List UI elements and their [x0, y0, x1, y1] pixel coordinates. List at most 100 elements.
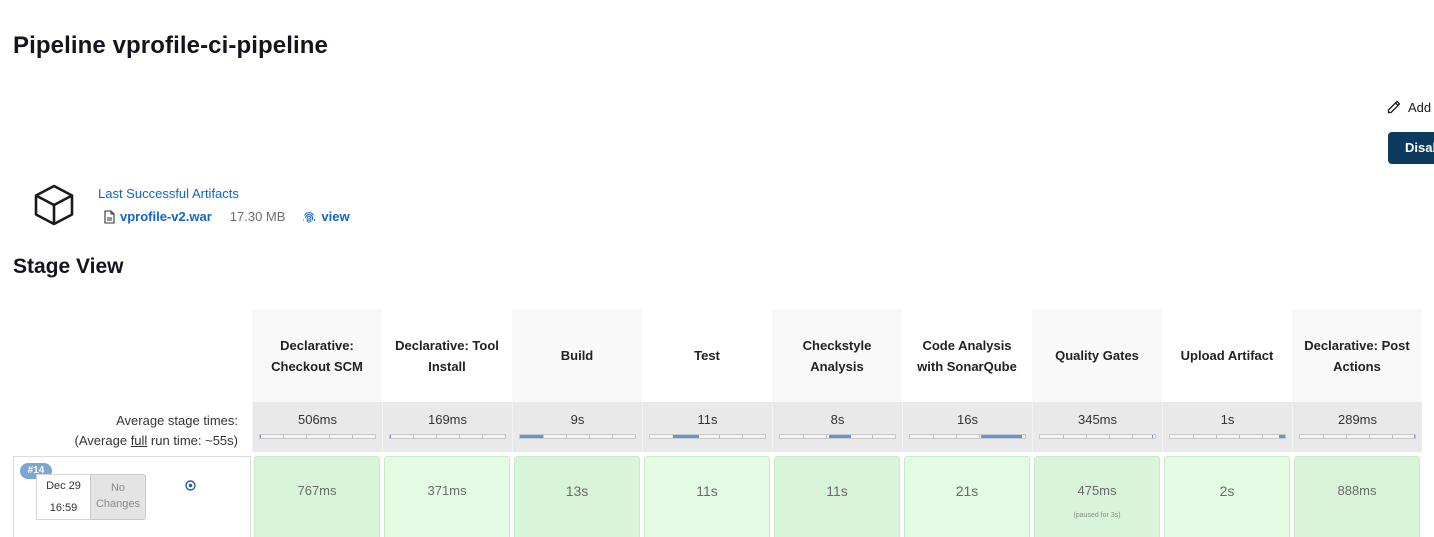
- timing-bar-tick: [283, 435, 284, 438]
- stage-name: Declarative: Tool Install: [395, 337, 499, 374]
- timing-bar-tick: [1392, 435, 1393, 438]
- stage-average-value: 8s: [830, 412, 845, 427]
- timing-bar-tick: [1216, 435, 1217, 438]
- stage-average-value: 1s: [1220, 412, 1235, 427]
- build-date-time: 16:59: [49, 502, 78, 514]
- timing-bar-tick: [1369, 435, 1370, 438]
- disable-project-button[interactable]: Disab: [1388, 132, 1434, 164]
- box-icon: [34, 184, 74, 226]
- last-successful-artifacts-link[interactable]: Last Successful Artifacts: [98, 186, 239, 201]
- timing-bar-fill: [1414, 435, 1415, 438]
- stage-header: Build: [512, 309, 642, 402]
- stage-run-cell[interactable]: 475ms (paused for 3s): [1034, 456, 1160, 537]
- stage-run-cell[interactable]: 767ms: [254, 456, 380, 537]
- timing-bar-tick: [1132, 435, 1133, 438]
- stage-header: Quality Gates: [1032, 309, 1162, 402]
- timing-bar-fill: [673, 435, 700, 438]
- timing-bar-fill: [390, 435, 391, 438]
- stage-run-duration: 21s: [955, 483, 979, 499]
- console-output-icon[interactable]: [185, 480, 196, 491]
- stage-run-duration: 475ms: [1077, 483, 1117, 498]
- timing-bar-tick: [1086, 435, 1087, 438]
- avg-full-run-link[interactable]: full: [131, 433, 148, 448]
- timing-bar-tick: [1109, 435, 1110, 438]
- timing-bar-tick: [482, 435, 483, 438]
- timing-bar-fill: [1151, 435, 1154, 438]
- average-stage-times-label: Average stage times: (Average full run t…: [13, 411, 238, 451]
- timing-bar-tick: [459, 435, 460, 438]
- stage-timing-bar: [1169, 434, 1286, 439]
- stage-run-duration: 11s: [826, 483, 848, 499]
- stage-average-value: 289ms: [1337, 412, 1378, 427]
- timing-bar-tick: [1193, 435, 1194, 438]
- stage-average-time: 9s: [512, 402, 642, 452]
- build-date: Dec 29 16:59: [36, 474, 90, 520]
- avg-label-line1: Average stage times:: [116, 413, 238, 428]
- stage-run-cell[interactable]: 888ms: [1294, 456, 1420, 537]
- fingerprint-view-link[interactable]: view: [321, 209, 349, 224]
- stage-timing-bar: [1039, 434, 1156, 439]
- stage-header: Code Analysis with SonarQube: [902, 309, 1032, 402]
- artifact-file-link[interactable]: vprofile-v2.war: [120, 209, 212, 224]
- stage-average-time: 506ms: [252, 402, 382, 452]
- stage-run-duration: 767ms: [297, 483, 337, 498]
- stage-name: Upload Artifact: [1180, 348, 1274, 363]
- stage-timing-bar: [259, 434, 376, 439]
- stage-run-cell[interactable]: 13s: [514, 456, 640, 537]
- timing-bar-tick: [803, 435, 804, 438]
- pencil-icon: [1387, 100, 1401, 114]
- timing-bar-tick: [826, 435, 827, 438]
- stage-run-cell[interactable]: 371ms: [384, 456, 510, 537]
- timing-bar-tick: [1323, 435, 1324, 438]
- stage-average-value: 9s: [570, 412, 585, 427]
- stage-average-time: 289ms: [1292, 402, 1422, 452]
- stage-average-time: 16s: [902, 402, 1032, 452]
- stage-run-duration: 371ms: [427, 483, 467, 498]
- timing-bar-tick: [1262, 435, 1263, 438]
- timing-bar-fill: [981, 435, 1022, 438]
- timing-bar-tick: [872, 435, 873, 438]
- stage-average-value: 169ms: [427, 412, 468, 427]
- stage-average-value: 506ms: [297, 412, 338, 427]
- stage-run-cell[interactable]: 21s: [904, 456, 1030, 537]
- stage-run-cell[interactable]: 11s: [644, 456, 770, 537]
- stage-run-duration: 2s: [1219, 483, 1235, 499]
- artifact-file-size: 17.30 MB: [229, 209, 286, 224]
- file-icon: [104, 209, 115, 224]
- timing-bar-fill: [829, 435, 852, 438]
- stage-average-time: 11s: [642, 402, 772, 452]
- stage-view-title: Stage View: [13, 255, 124, 278]
- stage-name: Declarative: Checkout SCM: [271, 337, 363, 374]
- stage-run-cell[interactable]: 11s: [774, 456, 900, 537]
- stage-header: Test: [642, 309, 772, 402]
- stage-timing-bar: [909, 434, 1026, 439]
- timing-bar-fill: [520, 435, 543, 438]
- stage-run-duration: 11s: [696, 483, 718, 499]
- build-date-day: Dec 29: [46, 480, 81, 492]
- edit-description-label: Add: [1408, 99, 1432, 115]
- timing-bar-tick: [612, 435, 613, 438]
- stage-name: Checkstyle Analysis: [802, 337, 872, 374]
- timing-bar-tick: [742, 435, 743, 438]
- timing-bar-tick: [1346, 435, 1347, 438]
- timing-bar-tick: [979, 435, 980, 438]
- avg-label-suffix: run time: ~55s): [147, 433, 238, 448]
- stage-run-cell[interactable]: 2s: [1164, 456, 1290, 537]
- stage-paused-note: (paused for 3s): [1073, 512, 1121, 519]
- stage-header: Declarative: Checkout SCM: [252, 309, 382, 402]
- timing-bar-tick: [352, 435, 353, 438]
- edit-description-link[interactable]: Add: [1386, 99, 1431, 115]
- stage-average-time: 345ms: [1032, 402, 1162, 452]
- fingerprint-icon[interactable]: [302, 210, 316, 224]
- page-title: Pipeline vprofile-ci-pipeline: [13, 32, 328, 59]
- timing-bar-tick: [329, 435, 330, 438]
- avg-label-line2: (Average full run time: ~55s): [13, 431, 238, 451]
- stage-run-duration: 888ms: [1337, 483, 1377, 498]
- timing-bar-tick: [589, 435, 590, 438]
- timing-bar-tick: [933, 435, 934, 438]
- timing-bar-tick: [1063, 435, 1064, 438]
- stage-timing-bar: [1299, 434, 1416, 439]
- timing-bar-tick: [413, 435, 414, 438]
- stage-name: Build: [560, 348, 594, 363]
- stage-header: Declarative: Post Actions: [1292, 309, 1422, 402]
